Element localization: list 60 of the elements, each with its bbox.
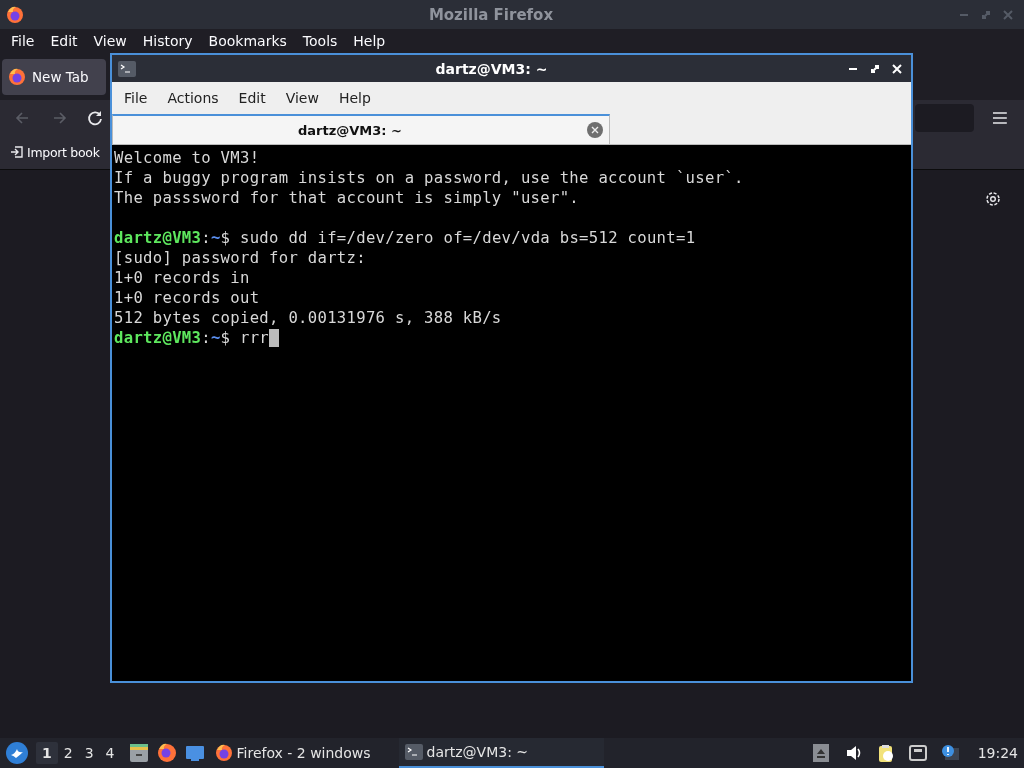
eject-icon[interactable]: [812, 744, 831, 762]
output-text: 1+0 records in: [114, 268, 250, 288]
bookmark-label: Import book: [27, 144, 100, 160]
firefox-icon: [6, 5, 24, 24]
menu-item[interactable]: View: [85, 33, 135, 49]
output-text: 512 bytes copied, 0.00131976 s, 388 kB/s: [114, 308, 502, 328]
notification-icon[interactable]: [940, 744, 959, 762]
output-text: :: [201, 228, 211, 248]
network-port-icon[interactable]: [908, 744, 927, 762]
output-text: $ sudo dd if=/dev/zero of=/dev/vda bs=512 count=1: [220, 228, 696, 248]
menu-icon[interactable]: [992, 110, 1008, 125]
clipboard-icon[interactable]: [876, 744, 895, 762]
bookmark-item[interactable]: Import book: [10, 144, 100, 160]
output-text: $ rrr: [220, 328, 270, 348]
workspace-button[interactable]: 2: [57, 742, 79, 764]
clock[interactable]: 19:24: [977, 745, 1018, 761]
terminal-tab[interactable]: dartz@VM3: ~: [112, 114, 610, 144]
menu-item[interactable]: View: [275, 90, 329, 106]
workspace-button[interactable]: 3: [78, 742, 100, 764]
terminal-icon[interactable]: [118, 60, 136, 77]
output-text: If a buggy program insists on a password, use the account `user`.: [114, 168, 744, 188]
output-text: The passsword for that account is simply "user".: [114, 188, 580, 208]
prompt-user: dartz@VM3: [114, 328, 202, 348]
workspace-button[interactable]: 4: [99, 742, 121, 764]
prompt-path: ~: [210, 228, 221, 248]
menu-item[interactable]: Actions: [157, 90, 229, 106]
prompt-path: ~: [210, 328, 221, 348]
taskbar-button[interactable]: Firefox - 2 windows: [208, 738, 399, 768]
output-text: [sudo] password for dartz:: [114, 248, 366, 268]
output-text: Welcome to VM3!: [114, 148, 260, 168]
menu-item[interactable]: Bookmarks: [200, 33, 295, 49]
desktop-icon[interactable]: [184, 743, 205, 763]
menu-item[interactable]: History: [134, 33, 201, 49]
output-text: :: [201, 328, 211, 348]
menu-item[interactable]: Tools: [294, 33, 346, 49]
file-cabinet-icon[interactable]: [128, 743, 149, 763]
import-icon: [10, 145, 24, 159]
window-title: dartz@VM3: ~: [434, 60, 549, 77]
menu-item[interactable]: Edit: [42, 33, 86, 49]
start-menu-icon[interactable]: [6, 742, 28, 764]
output-text: 1+0 records out: [114, 288, 260, 308]
settings-icon[interactable]: [984, 190, 1002, 208]
menu-item[interactable]: Help: [345, 33, 394, 49]
workspace-button[interactable]: 1: [36, 742, 58, 764]
firefox-icon: [8, 67, 26, 86]
menu-item[interactable]: File: [3, 33, 43, 49]
menu-item[interactable]: File: [114, 90, 158, 106]
browser-tab[interactable]: New Tab: [2, 58, 106, 95]
speaker-icon[interactable]: [844, 744, 863, 762]
maximize-icon[interactable]: [869, 62, 881, 75]
menu-item[interactable]: Help: [328, 90, 381, 106]
tab-label: New Tab: [32, 68, 89, 85]
firefox-icon: [214, 744, 233, 762]
tab-label: dartz@VM3: ~: [297, 122, 403, 138]
terminal-icon: [404, 744, 423, 760]
firefox-icon[interactable]: [156, 743, 177, 763]
taskbar-button[interactable]: dartz@VM3: ~: [398, 738, 604, 768]
prompt-user: dartz@VM3: [114, 228, 202, 248]
window-title: Mozilla Firefox: [427, 5, 555, 24]
menu-item[interactable]: Edit: [228, 90, 276, 106]
